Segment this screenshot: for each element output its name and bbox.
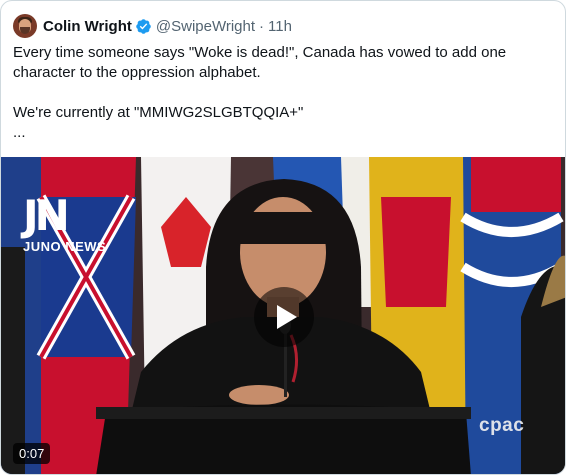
video-duration: 0:07: [13, 443, 51, 464]
play-button[interactable]: [254, 287, 314, 347]
tweet-card[interactable]: Colin Wright @SwipeWright · 11h Every ti…: [0, 0, 566, 475]
author-handle[interactable]: @SwipeWright: [156, 18, 255, 35]
separator-dot: ·: [259, 17, 265, 35]
video-player[interactable]: JN JUNO NEWS cpac 0:07: [1, 157, 565, 474]
verified-badge-icon: [136, 18, 151, 34]
play-icon: [277, 305, 297, 329]
logo-mark: JN: [23, 191, 70, 240]
tweet-header: Colin Wright @SwipeWright · 11h: [13, 13, 292, 39]
timestamp[interactable]: 11h: [268, 18, 292, 35]
logo-word: JUNO NEWS: [23, 239, 107, 254]
avatar[interactable]: [13, 14, 37, 38]
tweet-text: Every time someone says "Woke is dead!",…: [13, 44, 507, 141]
juno-news-logo: JN JUNO NEWS: [23, 191, 107, 255]
cpac-watermark: cpac: [479, 415, 525, 436]
author-name[interactable]: Colin Wright: [43, 18, 132, 35]
